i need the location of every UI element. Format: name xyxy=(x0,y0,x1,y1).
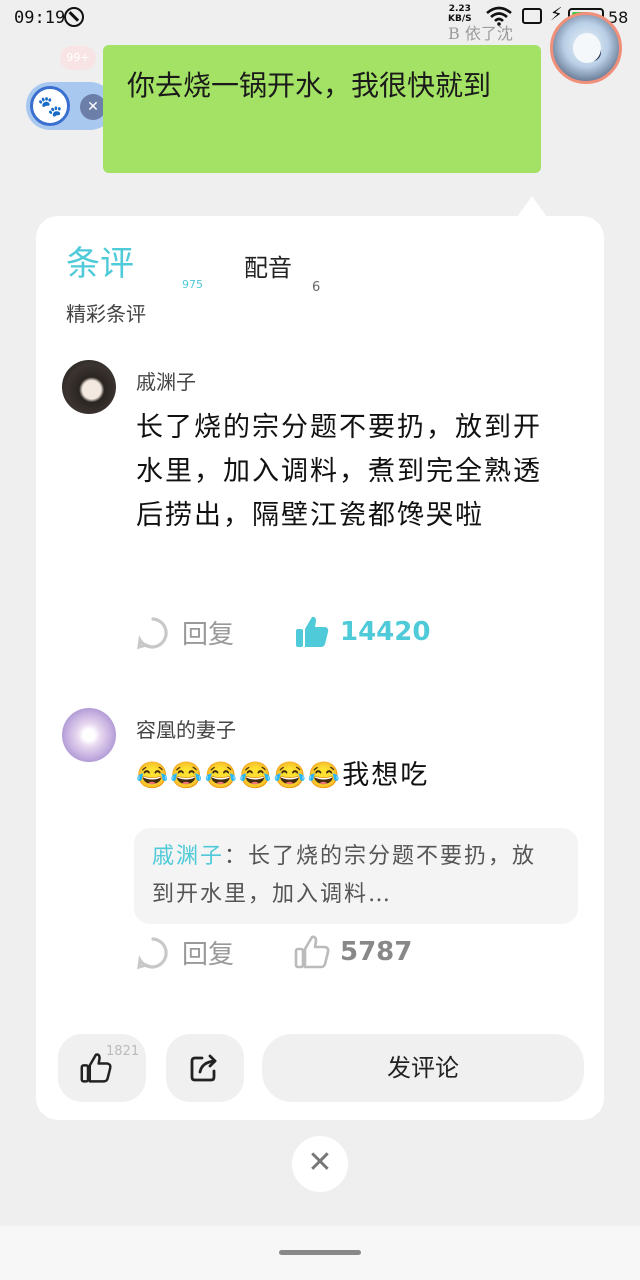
author-tag: B 依了沈 xyxy=(448,24,513,43)
card-pointer xyxy=(518,196,546,216)
chat-bubble-icon xyxy=(137,936,168,969)
tab-comments-label: 条评 xyxy=(66,244,134,284)
speaker-avatar[interactable] xyxy=(550,12,622,84)
share-icon xyxy=(190,1054,217,1082)
avatar[interactable] xyxy=(62,708,116,762)
comments-panel: 条评 975 配音 6 精彩条评 戚渊子 长了烧的宗分题不要扔，放到开水里，加入… xyxy=(36,216,604,1120)
floating-widget[interactable]: 🐾 ✕ xyxy=(26,82,114,130)
comment-author[interactable]: 容凰的妻子 xyxy=(136,714,236,743)
tab-dubbing-count: 6 xyxy=(312,280,321,295)
do-not-disturb-icon xyxy=(64,7,84,27)
network-speed-value: 2.23 xyxy=(448,4,471,14)
close-panel-button[interactable]: ✕ xyxy=(292,1136,348,1192)
thumbs-up-filled-icon xyxy=(296,616,329,647)
quoted-author[interactable]: 戚渊子 xyxy=(152,844,224,869)
tab-dubbing[interactable]: 配音 xyxy=(244,248,292,283)
post-comment-button[interactable]: 发评论 xyxy=(262,1034,584,1102)
section-title: 精彩条评 xyxy=(66,302,146,326)
unread-badge: 99+ xyxy=(60,46,96,70)
status-bar: 09:19 2.23 KB/S ⚡ 58 B 依了沈 xyxy=(0,0,640,43)
comment-text-body: 我想吃 xyxy=(342,760,430,791)
reply-button[interactable]: 回复 xyxy=(136,934,234,971)
screen-cast-icon xyxy=(522,8,542,24)
reply-label: 回复 xyxy=(182,620,235,650)
speech-bubble[interactable]: 你去烧一锅开水，我很快就到 xyxy=(103,45,541,173)
home-indicator[interactable] xyxy=(279,1250,361,1255)
comment-item: 戚渊子 长了烧的宗分题不要扔，放到开水里，加入调料，煮到完全熟透后捞出，隔壁江瓷… xyxy=(62,360,582,660)
bottom-like-count: 1821 xyxy=(106,1044,140,1059)
bottom-like-button[interactable]: 1821 xyxy=(58,1034,146,1102)
status-time: 09:19 xyxy=(14,8,66,28)
comment-author[interactable]: 戚渊子 xyxy=(136,366,196,395)
tab-comments-count: 975 xyxy=(182,278,203,291)
like-button[interactable]: 14420 xyxy=(294,614,430,650)
comment-text: 😂😂😂😂😂😂我想吃 xyxy=(136,754,566,798)
like-button[interactable]: 5787 xyxy=(294,934,412,970)
thumbs-up-outline-icon xyxy=(294,935,330,969)
comment-emojis: 😂😂😂😂😂😂 xyxy=(136,761,343,791)
comment-actions: 回复 14420 xyxy=(136,614,556,654)
reply-label: 回复 xyxy=(182,940,235,970)
tab-dubbing-label: 配音 xyxy=(244,254,292,282)
share-button[interactable] xyxy=(166,1034,244,1102)
comment-actions: 回复 5787 xyxy=(136,934,556,974)
navigation-bar xyxy=(0,1226,640,1280)
reply-button[interactable]: 回复 xyxy=(136,614,234,651)
comment-text: 长了烧的宗分题不要扔，放到开水里，加入调料，煮到完全熟透后捞出，隔壁江瓷都馋哭啦 xyxy=(136,412,542,531)
paw-icon[interactable]: 🐾 xyxy=(30,86,70,126)
like-count: 14420 xyxy=(340,617,431,647)
chat-bubble-icon xyxy=(137,616,168,649)
comment-item: 容凰的妻子 😂😂😂😂😂😂我想吃 戚渊子：长了烧的宗分题不要扔，放到开水里，加入调… xyxy=(62,708,582,988)
quoted-comment[interactable]: 戚渊子：长了烧的宗分题不要扔，放到开水里，加入调料… xyxy=(134,828,578,924)
tab-comments[interactable]: 条评 xyxy=(66,236,134,285)
avatar[interactable] xyxy=(62,360,116,414)
like-count: 5787 xyxy=(340,937,413,967)
